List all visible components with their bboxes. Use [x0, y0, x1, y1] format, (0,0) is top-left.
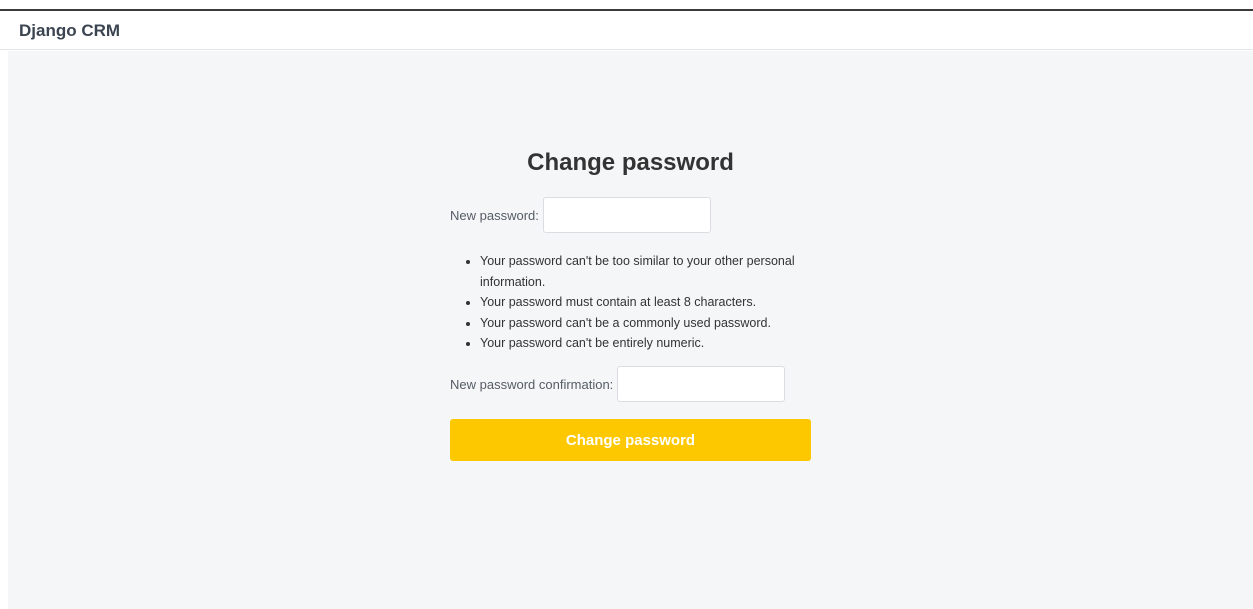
confirm-password-input[interactable]	[617, 366, 786, 402]
help-item: Your password can't be too similar to yo…	[480, 251, 825, 292]
password-help-list: Your password can't be too similar to yo…	[459, 251, 825, 354]
help-item: Your password can't be a commonly used p…	[480, 313, 825, 334]
help-item: Your password can't be entirely numeric.	[480, 333, 825, 354]
confirm-password-label: New password confirmation:	[450, 376, 614, 392]
main-content: Change password New password: Your passw…	[8, 51, 1253, 609]
new-password-input[interactable]	[542, 197, 711, 233]
new-password-label: New password:	[450, 207, 539, 223]
help-item: Your password must contain at least 8 ch…	[480, 292, 825, 313]
top-header: Django CRM	[0, 11, 1253, 50]
confirm-password-row: New password confirmation:	[450, 366, 786, 402]
new-password-row: New password:	[450, 197, 711, 233]
change-password-button[interactable]: Change password	[450, 419, 811, 461]
brand-title[interactable]: Django CRM	[19, 21, 120, 41]
page-title: Change password	[527, 149, 734, 176]
